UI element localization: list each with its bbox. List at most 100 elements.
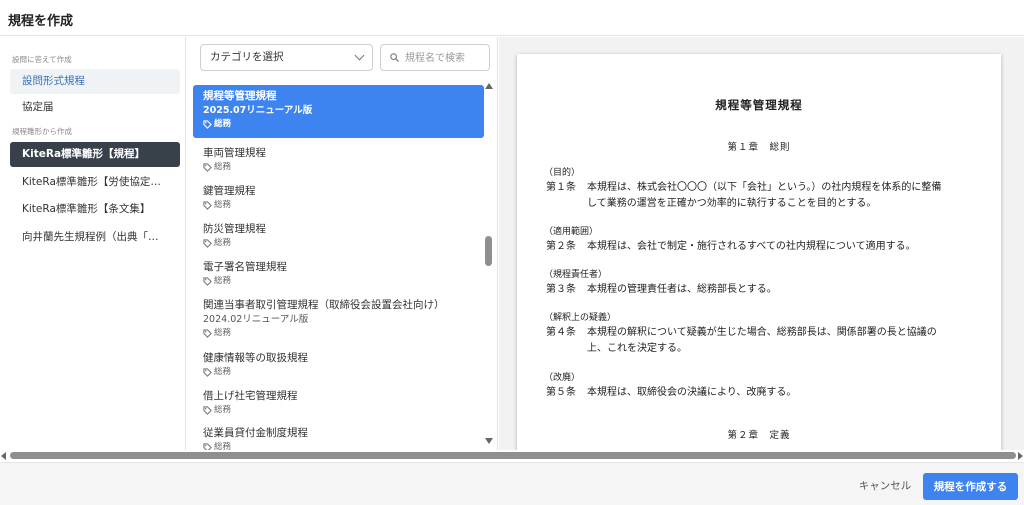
- article: 第２条 本規程は、会社で制定・施行されるすべての社内規程について適用する。: [546, 239, 986, 255]
- dialog-footer: キャンセル 規程を作成する: [0, 462, 1024, 505]
- document-preview-panel: 規程等管理規程 第１章 総則 （目的） 第１条 本規程は、株式会社〇〇〇（以下「…: [499, 37, 1024, 450]
- regulation-list: 規程等管理規程 2025.07リニューアル版 総務 車両管理規程 総務 鍵管理規…: [193, 85, 484, 450]
- article-number: 第２条: [546, 241, 576, 252]
- tag-label: 総務: [214, 162, 232, 172]
- tag-icon: [203, 443, 212, 450]
- list-item-name: 従業員貸付金制度規程: [203, 427, 308, 439]
- article-heading: （規程責任者）: [544, 270, 608, 280]
- template-source-sidebar: 設問に答えて作成 設問形式規程 協定届 規程雛形から作成 KiteRa標準雛形【…: [0, 37, 186, 450]
- tag-icon: [203, 329, 212, 338]
- list-item-name: 規程等管理規程: [203, 90, 277, 102]
- article: 第１条 本規程は、株式会社〇〇〇（以下「会社」という。）の社内規程を体系的に整備…: [546, 180, 986, 212]
- search-icon: [390, 53, 399, 62]
- list-item-selected[interactable]: 規程等管理規程 2025.07リニューアル版 総務: [193, 85, 484, 138]
- search-input[interactable]: [405, 49, 487, 67]
- create-regulation-button[interactable]: 規程を作成する: [923, 473, 1018, 500]
- list-item[interactable]: 関連当事者取引管理規程（取締役会設置会社向け） 2024.02リニューアル版 総…: [193, 294, 484, 344]
- dialog-title: 規程を作成: [8, 14, 74, 29]
- article-number: 第３条: [546, 284, 576, 295]
- article: 第５条 本規程は、取締役会の決議により、改廃する。: [546, 385, 986, 401]
- sidebar-item-question-format[interactable]: 設問形式規程: [10, 69, 180, 94]
- scrollbar-thumb[interactable]: [485, 236, 492, 266]
- document-title: 規程等管理規程: [715, 98, 803, 112]
- chapter-heading: 第１章 総則: [727, 142, 791, 153]
- list-item-tag: 総務: [203, 237, 474, 250]
- tag-label: 総務: [214, 442, 232, 450]
- sidebar-item-agreement-form[interactable]: 協定届: [10, 95, 180, 120]
- article: 第４条 本規程の解釈について疑義が生じた場合、総務部長は、関係部署の長と協議の …: [546, 325, 986, 357]
- dialog-header: 規程を作成: [0, 0, 1024, 36]
- sidebar-item-kitera-articles[interactable]: KiteRa標準雛形【条文集】: [10, 197, 180, 222]
- list-item-name: 健康情報等の取扱規程: [203, 352, 308, 364]
- article-text: 本規程の解釈について疑義が生じた場合、総務部長は、関係部署の長と協議の 上、これ…: [587, 325, 986, 357]
- cancel-button[interactable]: キャンセル: [852, 475, 918, 497]
- tag-icon: [203, 120, 212, 129]
- list-item-version: 2024.02リニューアル版: [203, 314, 309, 325]
- horizontal-scrollbar[interactable]: [0, 450, 1024, 462]
- tag-label: 総務: [214, 276, 232, 286]
- search-box[interactable]: [380, 44, 490, 71]
- list-item-version: 2025.07リニューアル版: [203, 105, 313, 116]
- chevron-down-icon: [354, 50, 365, 61]
- tag-label: 総務: [214, 119, 232, 129]
- scroll-right-arrow-icon[interactable]: [1018, 452, 1023, 460]
- category-select-value: カテゴリを選択: [210, 51, 284, 63]
- list-item-tag: 総務: [203, 199, 474, 212]
- article-line: 上、これを決定する。: [587, 343, 687, 354]
- list-item[interactable]: 借上げ社宅管理規程 総務: [193, 385, 484, 421]
- scroll-up-arrow-icon[interactable]: [485, 83, 493, 89]
- tag-label: 総務: [214, 367, 232, 377]
- article-line: 本規程は、取締役会の決議により、改廃する。: [587, 387, 797, 398]
- list-vertical-scrollbar[interactable]: [482, 37, 494, 450]
- tag-label: 総務: [214, 328, 232, 338]
- tag-icon: [203, 201, 212, 210]
- list-item-name: 電子署名管理規程: [203, 261, 287, 273]
- article: 第３条 本規程の管理責任者は、総務部長とする。: [546, 282, 986, 298]
- list-item-tag: 総務: [203, 366, 474, 379]
- list-item-tag: 総務: [203, 275, 474, 288]
- list-item-name: 防災管理規程: [203, 223, 266, 235]
- sidebar-item-mukai-examples[interactable]: 向井蘭先生規程例（出典「…: [10, 225, 180, 250]
- article-text: 本規程は、会社で制定・施行されるすべての社内規程について適用する。: [587, 239, 986, 255]
- list-item[interactable]: 従業員貸付金制度規程 総務: [193, 422, 484, 450]
- article-line: 本規程の管理責任者は、総務部長とする。: [587, 284, 777, 295]
- list-item[interactable]: 電子署名管理規程 総務: [193, 256, 484, 292]
- tag-icon: [203, 277, 212, 286]
- list-item-name: 関連当事者取引管理規程（取締役会設置会社向け）: [203, 299, 445, 311]
- article-number: 第４条: [546, 327, 576, 338]
- tag-icon: [203, 163, 212, 172]
- tag-icon: [203, 406, 212, 415]
- section-label-questions: 設問に答えて作成: [12, 55, 72, 64]
- list-item[interactable]: 車両管理規程 総務: [193, 142, 484, 178]
- list-item[interactable]: 健康情報等の取扱規程 総務: [193, 347, 484, 383]
- list-item[interactable]: 防災管理規程 総務: [193, 218, 484, 254]
- tag-label: 総務: [214, 238, 232, 248]
- article-heading: （改廃）: [544, 373, 581, 383]
- regulation-list-panel: カテゴリを選択 規程等管理規程 2025.07リニューアル版 総務 車両管理規程…: [187, 37, 498, 450]
- article-heading: （目的）: [544, 168, 581, 178]
- horizontal-scrollbar-thumb[interactable]: [10, 452, 1016, 459]
- list-item-name: 車両管理規程: [203, 147, 266, 159]
- list-item-name: 鍵管理規程: [203, 185, 256, 197]
- list-item-tag: 総務: [203, 118, 474, 131]
- article-line: 本規程は、株式会社〇〇〇（以下「会社」という。）の社内規程を体系的に整備: [587, 182, 942, 193]
- scroll-left-arrow-icon[interactable]: [1, 452, 6, 460]
- tag-label: 総務: [214, 200, 232, 210]
- list-item-tag: 総務: [203, 161, 474, 174]
- list-item-tag: 総務: [203, 327, 474, 340]
- article-text: 本規程は、株式会社〇〇〇（以下「会社」という。）の社内規程を体系的に整備 して業…: [587, 180, 986, 212]
- list-item[interactable]: 鍵管理規程 総務: [193, 180, 484, 216]
- document-page: 規程等管理規程 第１章 総則 （目的） 第１条 本規程は、株式会社〇〇〇（以下「…: [517, 54, 1001, 450]
- category-select[interactable]: カテゴリを選択: [200, 44, 373, 71]
- article-line: 本規程の解釈について疑義が生じた場合、総務部長は、関係部署の長と協議の: [587, 327, 937, 338]
- article-heading: （適用範囲）: [544, 227, 599, 237]
- article-number: 第１条: [546, 182, 576, 193]
- tag-label: 総務: [214, 405, 232, 415]
- article-number: 第５条: [546, 387, 576, 398]
- sidebar-item-kitera-labor-agreement[interactable]: KiteRa標準雛形【労使協定…: [10, 170, 180, 195]
- section-label-templates: 規程雛形から作成: [12, 127, 72, 136]
- list-item-tag: 総務: [203, 441, 474, 450]
- chapter-heading: 第２章 定義: [727, 430, 791, 441]
- sidebar-item-kitera-regulations[interactable]: KiteRa標準雛形【規程】: [10, 142, 180, 167]
- scroll-down-arrow-icon[interactable]: [485, 438, 493, 444]
